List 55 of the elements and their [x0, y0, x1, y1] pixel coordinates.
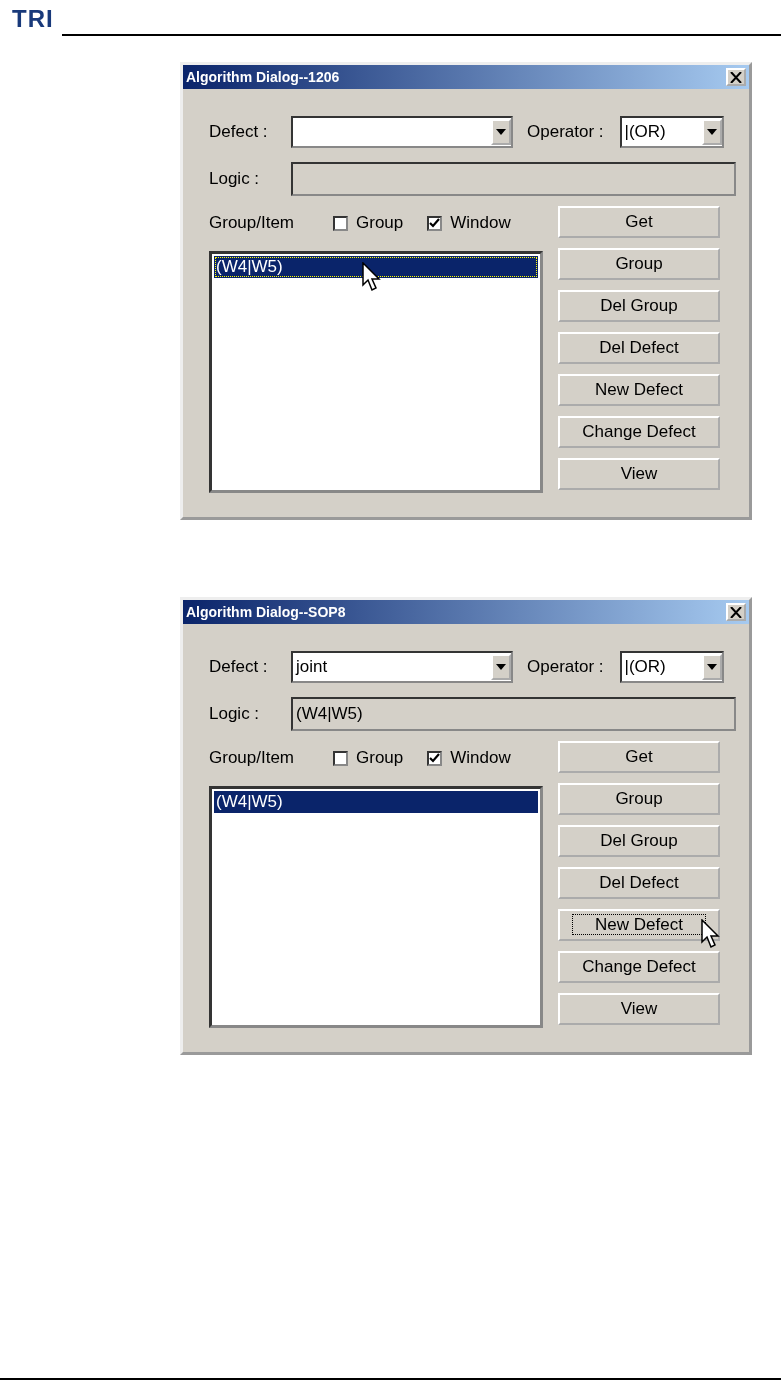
dialog-button[interactable]: Get [558, 741, 720, 773]
dialog-button[interactable]: New Defect [558, 374, 720, 406]
caret-icon [706, 129, 717, 135]
close-button[interactable] [726, 68, 746, 86]
checkbox-box[interactable] [427, 750, 443, 766]
dialog-button[interactable]: Group [558, 783, 720, 815]
checkbox-box[interactable] [427, 215, 443, 231]
logic-field[interactable] [291, 162, 736, 196]
list-item[interactable]: (W4|W5) [214, 791, 538, 813]
close-icon [730, 71, 742, 83]
dropdown-button[interactable] [491, 119, 511, 145]
logic-field[interactable]: (W4|W5) [291, 697, 736, 731]
caret-icon [706, 664, 717, 670]
defect-dropdown[interactable]: joint [291, 651, 513, 683]
caret-icon [496, 129, 506, 135]
list-box[interactable]: (W4|W5) [209, 786, 543, 1028]
defect-dropdown[interactable] [291, 116, 513, 148]
checkbox-box[interactable] [333, 750, 348, 766]
field-label: Operator : [527, 657, 604, 677]
checkbox[interactable]: Group [333, 748, 404, 768]
dialog-button[interactable]: Del Group [558, 825, 720, 857]
dialog-button[interactable]: Group [558, 248, 720, 280]
field-label: Logic : [209, 704, 261, 724]
dialog-button[interactable]: View [558, 993, 720, 1025]
field-label: Logic : [209, 169, 261, 189]
field-label: Defect : [209, 122, 269, 142]
window-title: Algorithm Dialog--SOP8 [186, 604, 346, 620]
dialog-button[interactable]: Del Group [558, 290, 720, 322]
group-item-label: Group/Item [209, 213, 296, 233]
operator-dropdown[interactable]: |(OR) [619, 116, 724, 148]
logo: TRI [12, 6, 54, 32]
window-title: Algorithm Dialog--1206 [186, 69, 340, 85]
checkbox[interactable]: Window [427, 748, 511, 768]
dropdown-button[interactable] [491, 654, 511, 680]
group-item-label: Group/Item [209, 748, 296, 768]
dialog-button[interactable]: View [558, 458, 720, 490]
dialog-button[interactable]: Get [558, 206, 720, 238]
checkmark-icon [429, 753, 441, 763]
list-box[interactable]: (W4|W5) [209, 251, 543, 493]
dropdown-button[interactable] [701, 119, 722, 145]
dialog-button[interactable]: Del Defect [558, 867, 720, 899]
dropdown-button[interactable] [701, 654, 722, 680]
field-label: Defect : [209, 657, 269, 677]
dialog-button[interactable]: Del Defect [558, 332, 720, 364]
field-label: Operator : [527, 122, 604, 142]
close-icon [730, 606, 742, 618]
checkbox[interactable]: Group [333, 213, 404, 233]
dialog-button[interactable]: Change Defect [558, 951, 720, 983]
dialog-button[interactable]: Change Defect [558, 416, 720, 448]
checkbox-box[interactable] [333, 215, 348, 231]
operator-dropdown[interactable]: |(OR) [619, 651, 724, 683]
close-button[interactable] [726, 603, 746, 621]
checkbox[interactable]: Window [427, 213, 511, 233]
checkmark-icon [429, 218, 441, 228]
caret-icon [496, 664, 506, 670]
